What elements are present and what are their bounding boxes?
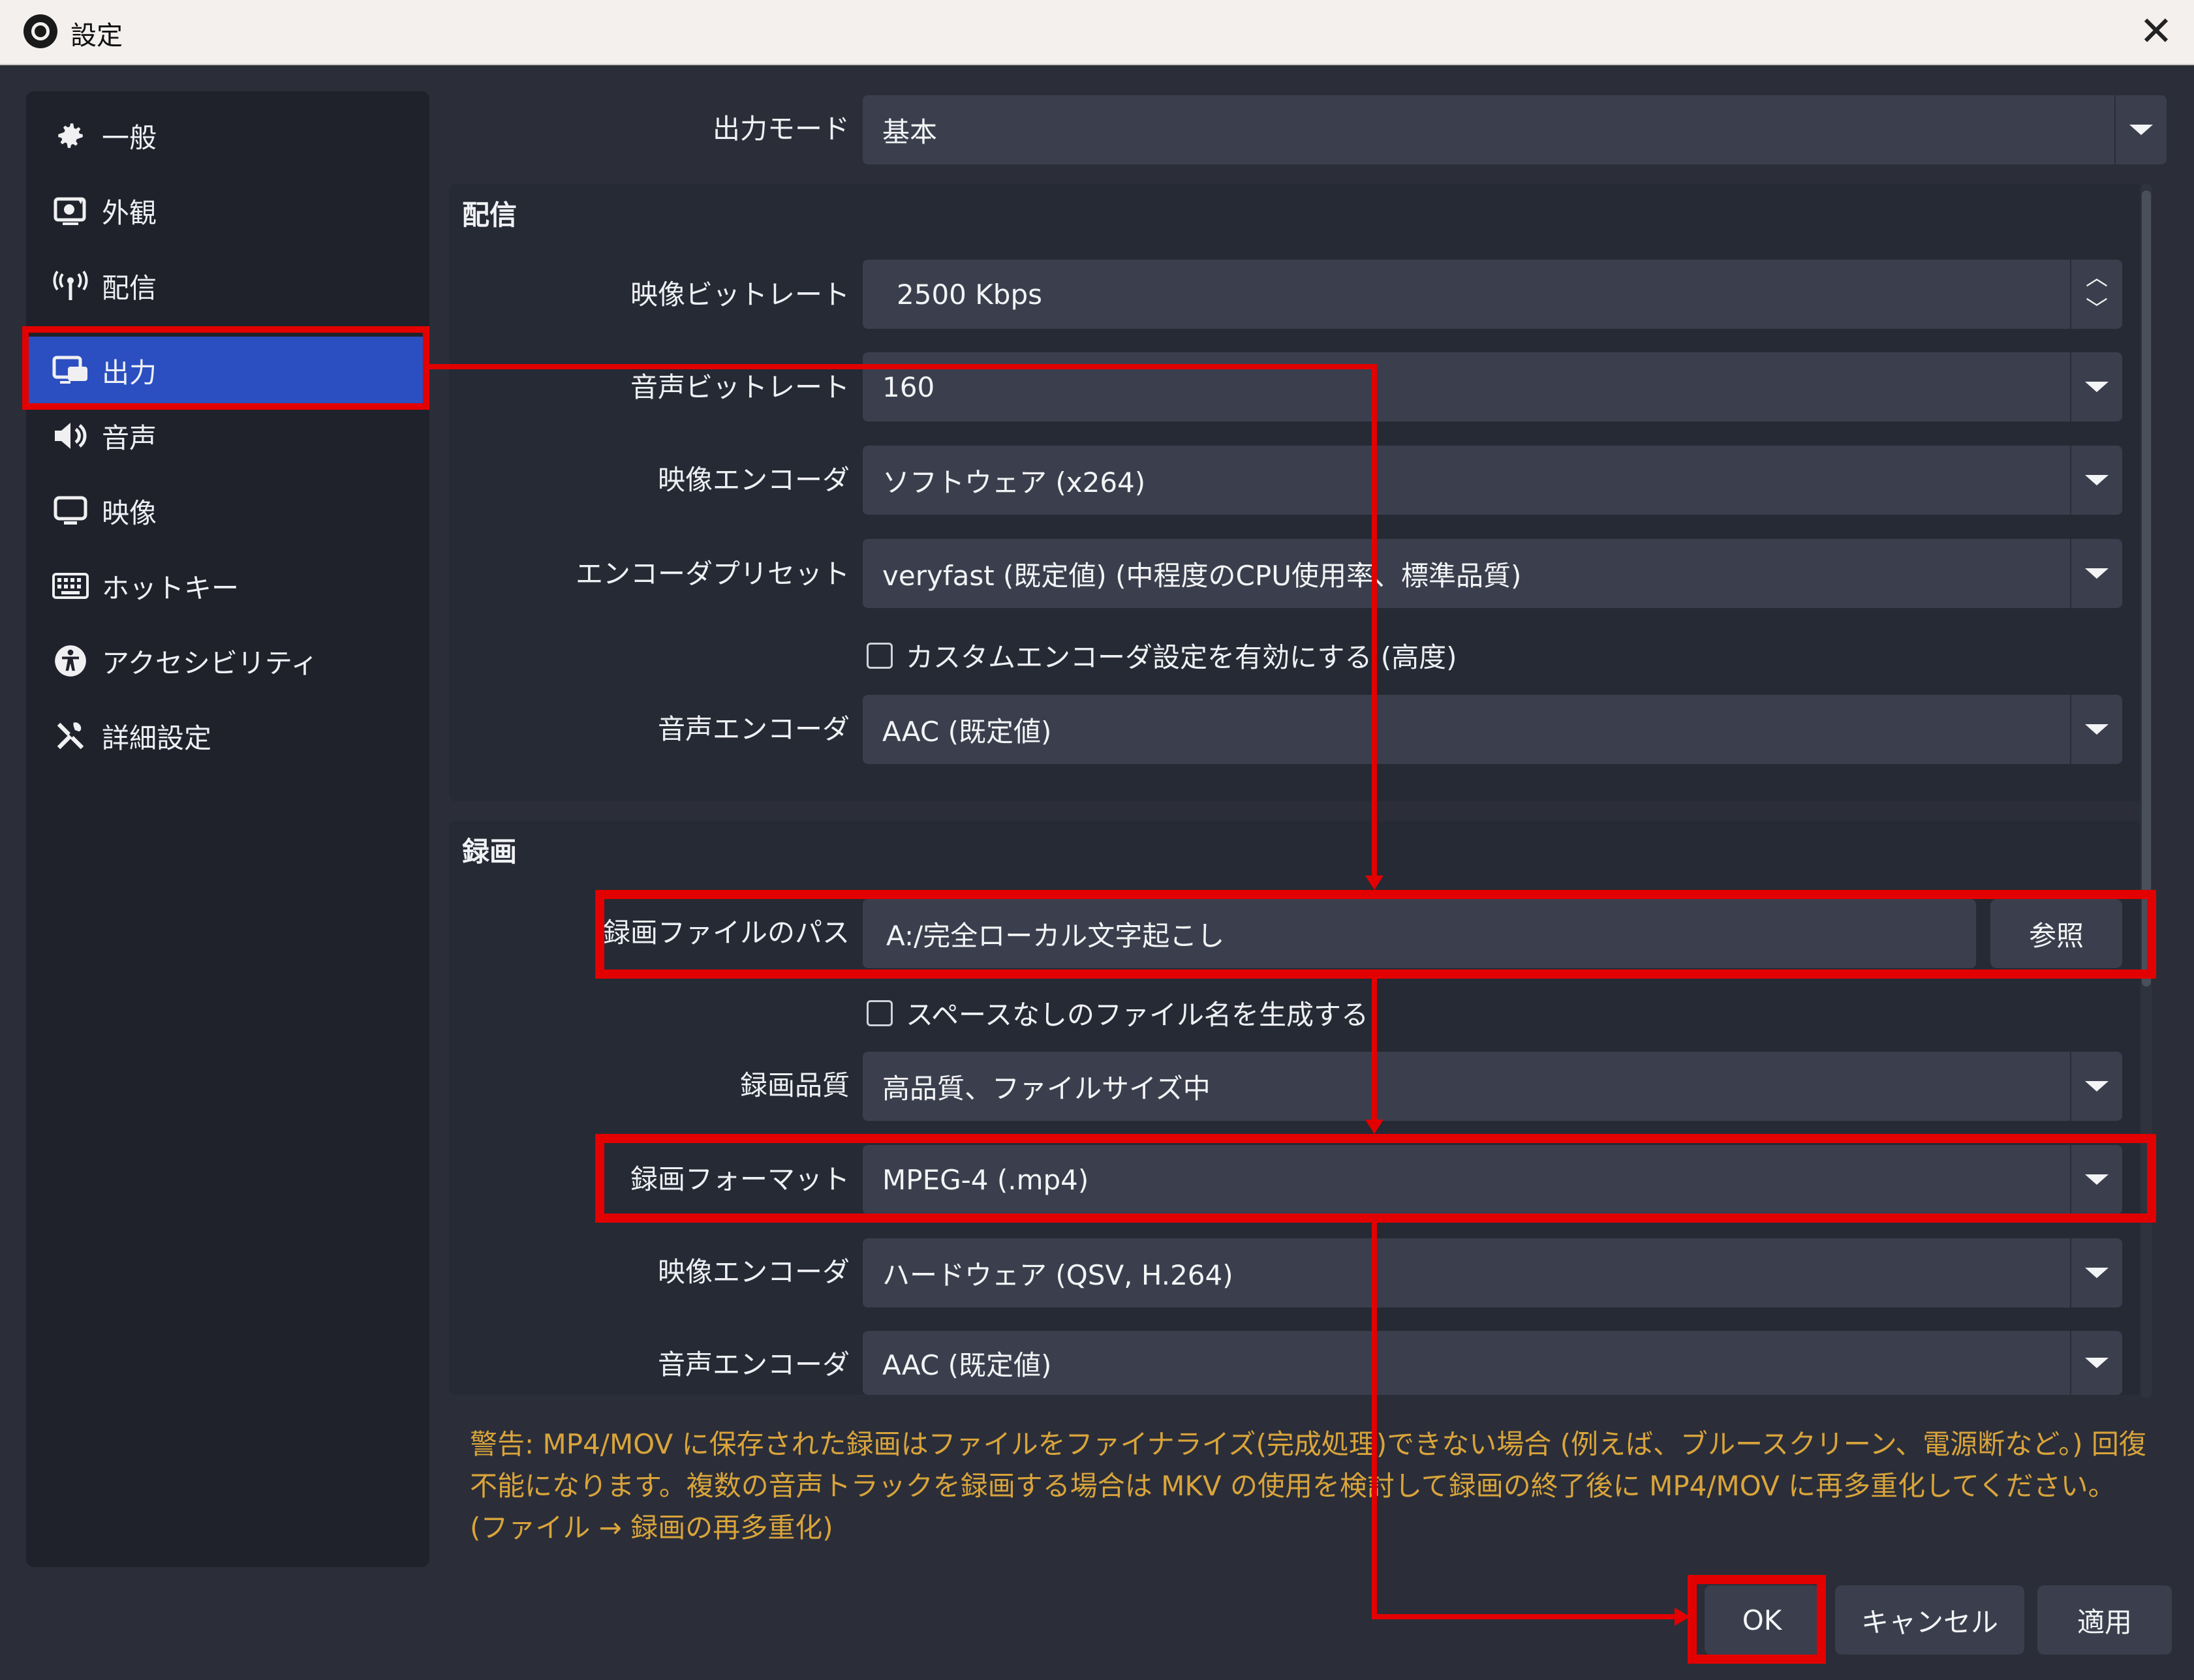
- video-bitrate-label: 映像ビットレート: [630, 279, 850, 311]
- no-space-filename-label: スペースなしのファイル名を生成する: [906, 999, 1368, 1031]
- no-space-filename-row[interactable]: スペースなしのファイル名を生成する: [867, 993, 1368, 1033]
- ok-button-highlight: [1688, 1575, 1826, 1664]
- title-bar: 設定 ✕: [0, 0, 2194, 65]
- keyboard-icon: [51, 566, 90, 605]
- recording-video-encoder-label: 映像エンコーダ: [657, 1256, 850, 1288]
- encoder-preset-value: veryfast (既定値) (中程度のCPU使用率、標準品質): [882, 559, 1522, 592]
- recording-format-highlight: [595, 1134, 2156, 1223]
- sidebar-item-general[interactable]: 一般: [26, 102, 429, 170]
- sidebar-item-advanced[interactable]: 詳細設定: [26, 702, 429, 770]
- chevron-down-icon[interactable]: [2070, 1052, 2122, 1121]
- recording-quality-label: 録画品質: [739, 1069, 850, 1101]
- sidebar-item-label: ホットキー: [102, 572, 239, 604]
- sidebar-item-label: 配信: [102, 271, 157, 304]
- audio-bitrate-select[interactable]: 160: [863, 352, 2122, 421]
- broadcast-icon: [51, 266, 90, 305]
- stream-audio-encoder-select[interactable]: AAC (既定値): [863, 695, 2122, 764]
- sidebar-item-label: 音声: [102, 421, 157, 454]
- no-space-filename-checkbox[interactable]: [867, 1000, 893, 1026]
- sidebar-output-highlight: [22, 326, 429, 410]
- sidebar-item-label: 詳細設定: [102, 722, 212, 754]
- annotation-line: [429, 364, 1377, 369]
- recording-quality-value: 高品質、ファイルサイズ中: [882, 1072, 1211, 1105]
- apply-button[interactable]: 適用: [2037, 1585, 2172, 1655]
- chevron-down-icon[interactable]: [2070, 446, 2122, 515]
- recording-path-highlight: [595, 890, 2156, 979]
- accessibility-icon: [51, 641, 90, 680]
- sidebar-item-audio[interactable]: 音声: [26, 402, 429, 470]
- audio-bitrate-label: 音声ビットレート: [630, 371, 850, 403]
- appearance-icon: [51, 191, 90, 230]
- obs-logo-icon: [23, 14, 57, 48]
- mp4-warning-text: 警告: MP4/MOV に保存された録画はファイルをファイナライズ(完成処理)で…: [470, 1428, 2146, 1544]
- chevron-down-icon[interactable]: [2070, 352, 2122, 421]
- chevron-down-icon[interactable]: [2114, 95, 2167, 164]
- window-title: 設定: [70, 21, 123, 51]
- arrow-down-icon: [1365, 1120, 1383, 1134]
- recording-video-encoder-value: ハードウェア (QSV, H.264): [882, 1259, 1233, 1291]
- video-encoder-label: 映像エンコーダ: [657, 464, 850, 496]
- chevron-down-icon[interactable]: [2070, 539, 2122, 608]
- recording-audio-encoder-value: AAC (既定値): [882, 1349, 1052, 1381]
- sidebar-item-label: 一般: [102, 121, 157, 154]
- annotation-line: [1372, 1223, 1377, 1619]
- arrow-right-icon: [1675, 1608, 1690, 1626]
- sidebar-item-accessibility[interactable]: アクセシビリティ: [26, 627, 429, 695]
- speaker-icon: [51, 416, 90, 455]
- chevron-down-icon[interactable]: [2070, 1238, 2122, 1307]
- settings-sidebar: 一般 外観 配信 出力 音声 映像 ホットキー アクセシビリティ 詳細設定: [26, 91, 429, 1567]
- monitor-icon: [51, 491, 90, 530]
- video-encoder-select[interactable]: ソフトウェア (x264): [863, 446, 2122, 515]
- scrollbar-thumb[interactable]: [2142, 191, 2151, 986]
- close-icon[interactable]: ✕: [2139, 5, 2173, 57]
- sidebar-item-video[interactable]: 映像: [26, 477, 429, 545]
- encoder-preset-select[interactable]: veryfast (既定値) (中程度のCPU使用率、標準品質): [863, 539, 2122, 608]
- output-mode-select[interactable]: 基本: [863, 95, 2167, 164]
- streaming-group-title: 配信: [462, 199, 518, 231]
- chevron-down-icon[interactable]: ﹀: [2086, 291, 2108, 323]
- sidebar-item-label: 外観: [102, 196, 157, 229]
- recording-video-encoder-select[interactable]: ハードウェア (QSV, H.264): [863, 1238, 2122, 1307]
- gear-icon: [51, 116, 90, 155]
- recording-group-title: 録画: [462, 836, 518, 868]
- custom-encoder-checkbox[interactable]: [867, 642, 893, 669]
- stream-audio-encoder-value: AAC (既定値): [882, 715, 1052, 748]
- arrow-down-icon: [1365, 876, 1383, 890]
- custom-encoder-checkbox-row[interactable]: カスタムエンコーダ設定を有効にする (高度): [867, 635, 1457, 675]
- chevron-up-icon[interactable]: ︿: [2086, 260, 2108, 292]
- encoder-preset-label: エンコーダプリセット: [575, 558, 850, 590]
- sidebar-item-appearance[interactable]: 外観: [26, 177, 429, 245]
- video-bitrate-spinbox[interactable]: 2500 Kbps ︿ ﹀: [863, 260, 2122, 329]
- video-encoder-value: ソフトウェア (x264): [882, 466, 1146, 498]
- recording-audio-encoder-select[interactable]: AAC (既定値): [863, 1331, 2122, 1395]
- sidebar-item-hotkeys[interactable]: ホットキー: [26, 552, 429, 620]
- tools-icon: [51, 716, 90, 756]
- cancel-button[interactable]: キャンセル: [1835, 1585, 2024, 1655]
- sidebar-item-label: アクセシビリティ: [102, 647, 318, 679]
- output-mode-value: 基本: [882, 115, 938, 148]
- annotation-line: [1372, 1614, 1678, 1619]
- sidebar-item-label: 映像: [102, 496, 157, 529]
- audio-bitrate-value: 160: [882, 371, 935, 403]
- annotation-line: [1372, 979, 1377, 1123]
- chevron-down-icon[interactable]: [2070, 695, 2122, 764]
- chevron-down-icon[interactable]: [2070, 1331, 2122, 1395]
- annotation-line: [1372, 364, 1377, 886]
- video-bitrate-value: 2500 Kbps: [897, 278, 1042, 311]
- output-mode-label: 出力モード: [712, 113, 850, 145]
- stream-audio-encoder-label: 音声エンコーダ: [657, 713, 850, 745]
- sidebar-item-stream[interactable]: 配信: [26, 252, 429, 320]
- recording-audio-encoder-label: 音声エンコーダ: [657, 1349, 850, 1381]
- recording-quality-select[interactable]: 高品質、ファイルサイズ中: [863, 1052, 2122, 1121]
